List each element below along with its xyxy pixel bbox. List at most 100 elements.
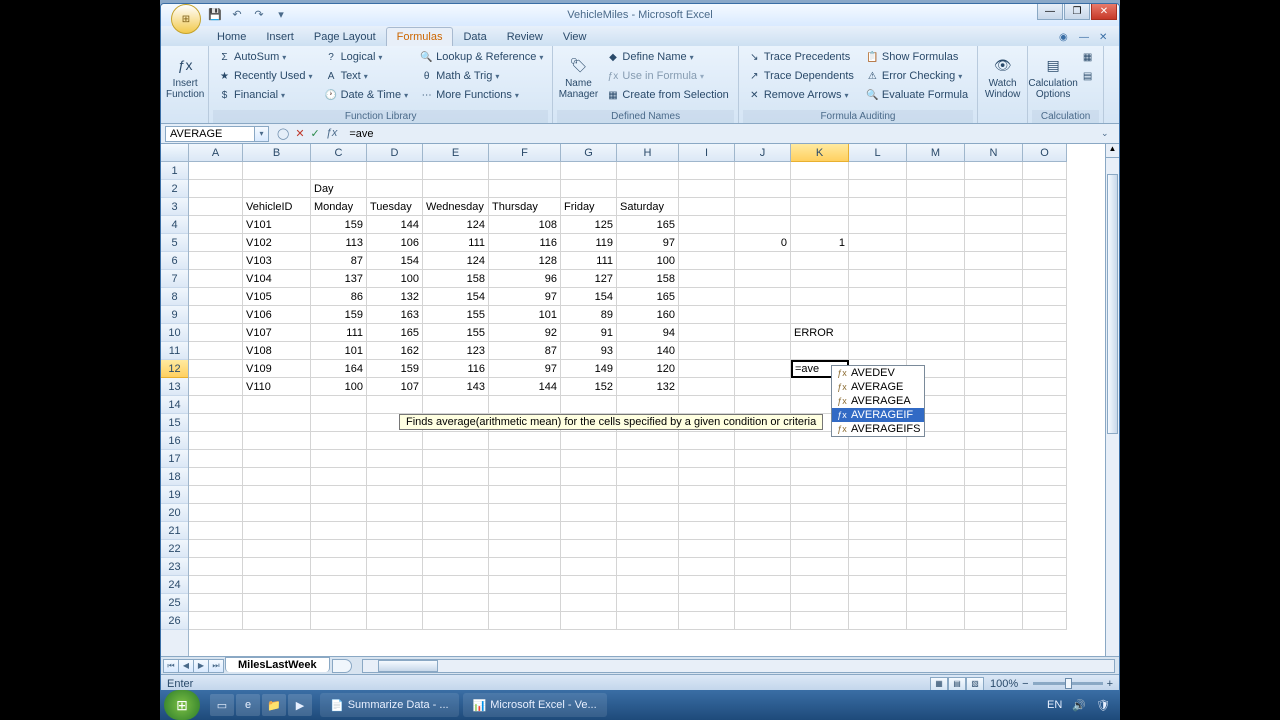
- cell[interactable]: [965, 198, 1023, 216]
- show-formulas-button[interactable]: 📋Show Formulas: [861, 48, 973, 66]
- cell[interactable]: V103: [243, 252, 311, 270]
- row-header[interactable]: 23: [161, 558, 188, 576]
- cell[interactable]: [735, 306, 791, 324]
- cell[interactable]: [367, 432, 423, 450]
- cell[interactable]: [311, 522, 367, 540]
- cell[interactable]: [561, 504, 617, 522]
- cell[interactable]: [189, 612, 243, 630]
- cell[interactable]: [791, 450, 849, 468]
- cell[interactable]: [243, 396, 311, 414]
- cell[interactable]: [1023, 414, 1067, 432]
- cell[interactable]: [735, 288, 791, 306]
- cell[interactable]: [735, 450, 791, 468]
- cell[interactable]: [423, 540, 489, 558]
- tray-lang[interactable]: EN: [1047, 699, 1062, 711]
- recently-used-button[interactable]: ★Recently Used: [213, 67, 318, 85]
- cell[interactable]: [311, 486, 367, 504]
- cell[interactable]: [423, 558, 489, 576]
- select-all-corner[interactable]: [161, 144, 188, 162]
- cell[interactable]: [189, 540, 243, 558]
- cell[interactable]: V107: [243, 324, 311, 342]
- cell[interactable]: [243, 594, 311, 612]
- row-header[interactable]: 20: [161, 504, 188, 522]
- math-trig-button[interactable]: θMath & Trig: [415, 67, 548, 85]
- cell[interactable]: [849, 486, 907, 504]
- cell[interactable]: [189, 270, 243, 288]
- calc-options-button[interactable]: ▤ Calculation Options: [1032, 48, 1074, 106]
- cell[interactable]: [965, 576, 1023, 594]
- cell[interactable]: [965, 234, 1023, 252]
- cell[interactable]: [907, 162, 965, 180]
- cell[interactable]: [189, 558, 243, 576]
- use-in-formula-button[interactable]: ƒxUse in Formula: [601, 67, 733, 85]
- cell[interactable]: [849, 306, 907, 324]
- cell[interactable]: [679, 234, 735, 252]
- cell[interactable]: [1023, 432, 1067, 450]
- cell[interactable]: [965, 180, 1023, 198]
- cell[interactable]: 155: [423, 306, 489, 324]
- cell[interactable]: V101: [243, 216, 311, 234]
- cell[interactable]: 123: [423, 342, 489, 360]
- cell[interactable]: [965, 504, 1023, 522]
- cell[interactable]: [243, 522, 311, 540]
- tab-home[interactable]: Home: [207, 28, 256, 46]
- logical-button[interactable]: ?Logical: [320, 48, 414, 66]
- lookup-button[interactable]: 🔍Lookup & Reference: [415, 48, 548, 66]
- cell[interactable]: [735, 378, 791, 396]
- row-header[interactable]: 6: [161, 252, 188, 270]
- cell[interactable]: [679, 594, 735, 612]
- cell[interactable]: 97: [489, 360, 561, 378]
- cell[interactable]: [189, 342, 243, 360]
- enter-icon[interactable]: ✓: [311, 127, 320, 140]
- cell[interactable]: ERROR: [791, 324, 849, 342]
- cell[interactable]: [489, 432, 561, 450]
- cell[interactable]: [907, 216, 965, 234]
- cell[interactable]: [1023, 396, 1067, 414]
- tray-volume-icon[interactable]: 🔊: [1072, 699, 1086, 712]
- cell[interactable]: V104: [243, 270, 311, 288]
- cell[interactable]: [679, 468, 735, 486]
- cell[interactable]: [311, 594, 367, 612]
- cell[interactable]: 111: [311, 324, 367, 342]
- cell[interactable]: [189, 234, 243, 252]
- cell[interactable]: [679, 360, 735, 378]
- col-header-D[interactable]: D: [367, 144, 423, 162]
- cell[interactable]: [965, 612, 1023, 630]
- cell[interactable]: 87: [489, 342, 561, 360]
- cell[interactable]: [907, 324, 965, 342]
- cell[interactable]: [617, 468, 679, 486]
- cell[interactable]: 120: [617, 360, 679, 378]
- cell[interactable]: [791, 198, 849, 216]
- cell[interactable]: 127: [561, 270, 617, 288]
- cell[interactable]: [423, 612, 489, 630]
- cell[interactable]: 101: [489, 306, 561, 324]
- cell[interactable]: [907, 450, 965, 468]
- cell[interactable]: [965, 288, 1023, 306]
- cell[interactable]: [243, 612, 311, 630]
- cell[interactable]: [243, 162, 311, 180]
- view-normal-icon[interactable]: ▦: [930, 677, 948, 691]
- ribbon-minimize-icon[interactable]: —: [1079, 32, 1093, 46]
- start-button[interactable]: ⊞: [164, 690, 200, 720]
- show-desktop-icon[interactable]: ▭: [210, 694, 234, 716]
- cell[interactable]: [489, 540, 561, 558]
- cell[interactable]: 100: [311, 378, 367, 396]
- cell[interactable]: [561, 612, 617, 630]
- cell[interactable]: [367, 486, 423, 504]
- cell[interactable]: [735, 216, 791, 234]
- autocomplete-item[interactable]: ƒxAVERAGE: [832, 380, 924, 394]
- cell[interactable]: [1023, 612, 1067, 630]
- cell[interactable]: Saturday: [617, 198, 679, 216]
- cell[interactable]: [679, 252, 735, 270]
- cell[interactable]: Thursday: [489, 198, 561, 216]
- cell[interactable]: 97: [617, 234, 679, 252]
- cell[interactable]: [367, 450, 423, 468]
- cell[interactable]: [791, 288, 849, 306]
- view-layout-icon[interactable]: ▤: [948, 677, 966, 691]
- inner-close-icon[interactable]: ✕: [1099, 32, 1113, 46]
- cell[interactable]: [489, 180, 561, 198]
- cell[interactable]: 152: [561, 378, 617, 396]
- cell[interactable]: [679, 432, 735, 450]
- cell[interactable]: [735, 162, 791, 180]
- calc-now-button[interactable]: ▦: [1076, 48, 1099, 66]
